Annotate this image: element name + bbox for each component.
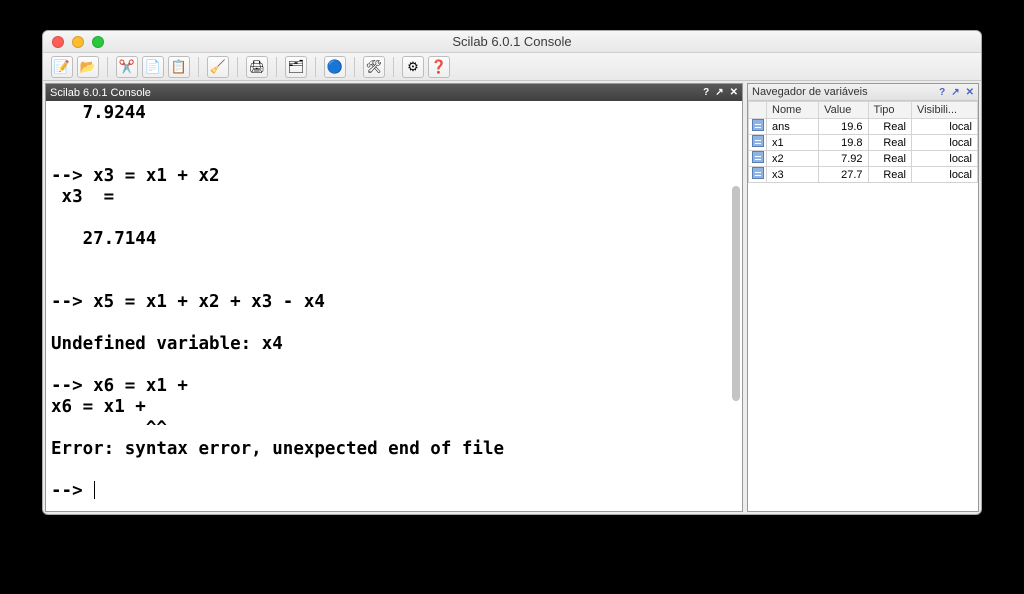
gear-button[interactable]: ⚙ <box>402 56 424 78</box>
console-body[interactable]: 7.9244 --> x3 = x1 + x2 x3 = 27.7144 -->… <box>46 101 742 511</box>
cut-button[interactable]: ✂️ <box>116 56 138 78</box>
panel-undock-icon[interactable]: ↗ <box>715 87 723 98</box>
panel-help-icon[interactable]: ? <box>939 87 945 98</box>
var-type: Real <box>868 135 911 151</box>
clear-button[interactable]: 🧹 <box>207 56 229 78</box>
var-value: 19.6 <box>819 119 868 135</box>
zoom-window-button[interactable] <box>92 36 104 48</box>
console-output: 7.9244 --> x3 = x1 + x2 x3 = 27.7144 -->… <box>46 101 742 504</box>
variable-table: Nome Value Tipo Visibili... ans 19.6 Rea… <box>748 101 978 183</box>
var-vis: local <box>911 151 977 167</box>
value-header[interactable]: Value <box>819 102 868 119</box>
separator <box>276 57 277 77</box>
window-controls <box>43 36 104 48</box>
folder-button[interactable]: 🗂 <box>285 56 307 78</box>
panel-undock-icon[interactable]: ↗ <box>951 87 959 98</box>
titlebar: Scilab 6.0.1 Console <box>43 31 981 53</box>
var-vis: local <box>911 119 977 135</box>
close-window-button[interactable] <box>52 36 64 48</box>
toolbar: 📝 📂 ✂️ 📄 📋 🧹 🖨 🗂 🔵 🛠 ⚙ ❓ <box>43 53 981 81</box>
minimize-window-button[interactable] <box>72 36 84 48</box>
separator <box>237 57 238 77</box>
separator <box>315 57 316 77</box>
panel-close-icon[interactable]: ✕ <box>730 87 738 98</box>
app-window: Scilab 6.0.1 Console 📝 📂 ✂️ 📄 📋 🧹 🖨 🗂 🔵 … <box>42 30 982 515</box>
type-header[interactable]: Tipo <box>868 102 911 119</box>
paste-button[interactable]: 📋 <box>168 56 190 78</box>
open-button[interactable]: 📂 <box>77 56 99 78</box>
var-value: 27.7 <box>819 167 868 183</box>
separator <box>393 57 394 77</box>
console-panel-header: Scilab 6.0.1 Console ? ↗ ✕ <box>46 84 742 101</box>
variable-panel-header: Navegador de variáveis ? ↗ ✕ <box>748 84 978 101</box>
var-vis: local <box>911 135 977 151</box>
matrix-icon <box>749 135 767 151</box>
text-cursor <box>94 481 95 499</box>
var-value: 7.92 <box>819 151 868 167</box>
table-row[interactable]: x1 19.8 Real local <box>749 135 978 151</box>
var-type: Real <box>868 119 911 135</box>
variable-browser-panel: Navegador de variáveis ? ↗ ✕ Nome Value … <box>747 83 979 512</box>
var-vis: local <box>911 167 977 183</box>
matrix-icon <box>749 119 767 135</box>
tools-button[interactable]: 🛠 <box>363 56 385 78</box>
content-area: Scilab 6.0.1 Console ? ↗ ✕ 7.9244 --> x3… <box>43 81 981 514</box>
table-header-row: Nome Value Tipo Visibili... <box>749 102 978 119</box>
table-row[interactable]: x3 27.7 Real local <box>749 167 978 183</box>
panel-button[interactable]: 🔵 <box>324 56 346 78</box>
separator <box>354 57 355 77</box>
separator <box>198 57 199 77</box>
help-button[interactable]: ❓ <box>428 56 450 78</box>
panel-help-icon[interactable]: ? <box>703 87 709 98</box>
panel-close-icon[interactable]: ✕ <box>966 87 974 98</box>
variable-panel-title: Navegador de variáveis <box>752 86 868 98</box>
console-panel-title: Scilab 6.0.1 Console <box>50 87 151 99</box>
var-name: x1 <box>767 135 819 151</box>
separator <box>107 57 108 77</box>
copy-button[interactable]: 📄 <box>142 56 164 78</box>
icon-header[interactable] <box>749 102 767 119</box>
matrix-icon <box>749 167 767 183</box>
var-value: 19.8 <box>819 135 868 151</box>
var-type: Real <box>868 151 911 167</box>
table-row[interactable]: ans 19.6 Real local <box>749 119 978 135</box>
var-name: x3 <box>767 167 819 183</box>
window-title: Scilab 6.0.1 Console <box>43 34 981 49</box>
name-header[interactable]: Nome <box>767 102 819 119</box>
matrix-icon <box>749 151 767 167</box>
console-panel-controls: ? ↗ ✕ <box>703 87 738 98</box>
vertical-scrollbar[interactable] <box>732 186 740 401</box>
table-row[interactable]: x2 7.92 Real local <box>749 151 978 167</box>
variable-panel-controls: ? ↗ ✕ <box>939 87 974 98</box>
console-panel: Scilab 6.0.1 Console ? ↗ ✕ 7.9244 --> x3… <box>45 83 743 512</box>
var-name: x2 <box>767 151 819 167</box>
console-prompt: --> <box>51 481 93 501</box>
variable-table-container: Nome Value Tipo Visibili... ans 19.6 Rea… <box>748 101 978 511</box>
var-name: ans <box>767 119 819 135</box>
print-button[interactable]: 🖨 <box>246 56 268 78</box>
var-type: Real <box>868 167 911 183</box>
edit-button[interactable]: 📝 <box>51 56 73 78</box>
vis-header[interactable]: Visibili... <box>911 102 977 119</box>
